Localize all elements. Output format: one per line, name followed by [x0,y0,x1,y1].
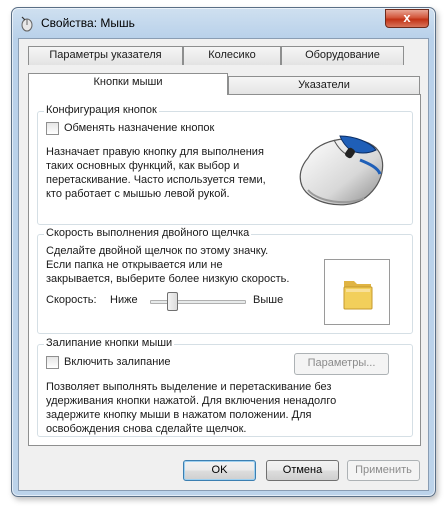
mouse-app-icon [21,16,33,32]
swap-buttons-checkbox[interactable] [46,122,59,135]
cancel-button[interactable]: Отмена [266,460,339,481]
ok-button[interactable]: OK [183,460,256,481]
button-config-description-line: кто работает с мышью левой рукой. [46,188,230,200]
tab-wheel[interactable]: Колесико [183,46,281,65]
button-config-description-line: Назначает правую кнопку для выполнения [46,146,264,158]
speed-low-label: Ниже [110,294,138,306]
click-lock-settings-button[interactable]: Параметры... [294,353,389,375]
group-title: Скорость выполнения двойного щелчка [44,227,252,239]
tab-label: Указатели [298,79,350,91]
double-click-speed-track[interactable] [150,300,246,304]
click-lock-group: Залипание кнопки мыши Включить залипание… [37,337,413,437]
button-config-description-line: таких основных функций, как выбор и [46,160,240,172]
tab-label: Кнопки мыши [93,76,163,88]
click-lock-description-line: задержите кнопку мыши в нажатом положени… [46,409,312,421]
tab-hardware[interactable]: Оборудование [281,46,404,65]
title-bar[interactable]: Свойства: Мышь x [12,8,435,38]
tab-panel-buttons: Конфигурация кнопок Обменять назначение … [28,94,421,446]
dialog-client: Параметры указателя Колесико Оборудовани… [18,38,429,491]
double-click-description-line: Если папка не открывается или не [46,259,223,271]
mouse-properties-window: Свойства: Мышь x Параметры указателя Кол… [11,7,436,497]
click-lock-description-line: освобождения снова сделайте щелчок. [46,423,247,435]
window-title: Свойства: Мышь [41,16,135,30]
button-config-description-line: перетаскивание. Часто используется теми, [46,174,266,186]
group-title: Залипание кнопки мыши [44,337,175,349]
close-button[interactable]: x [385,9,429,28]
speed-label: Скорость: [46,294,97,306]
button-config-group: Конфигурация кнопок Обменять назначение … [37,104,413,225]
click-lock-description-line: удерживания кнопки нажатой. Для включени… [46,395,337,407]
click-lock-description-line: Позволяет выполнять выделение и перетаск… [46,381,332,393]
group-title: Конфигурация кнопок [44,104,159,116]
double-click-description-line: закрывается, выберите более низкую скоро… [46,273,290,285]
double-click-group: Скорость выполнения двойного щелчка Сдел… [37,227,413,334]
click-lock-checkbox[interactable] [46,356,59,369]
speed-high-label: Выше [253,294,284,306]
swap-buttons-label[interactable]: Обменять назначение кнопок [64,122,214,136]
tab-label: Оборудование [305,49,380,61]
tab-buttons[interactable]: Кнопки мыши [28,73,228,95]
double-click-speed-thumb[interactable] [167,292,178,311]
tab-pointer-options[interactable]: Параметры указателя [28,46,183,65]
double-click-description-line: Сделайте двойной щелчок по этому значку. [46,245,269,257]
close-icon: x [403,10,411,25]
apply-button[interactable]: Применить [347,460,420,481]
tab-label: Параметры указателя [49,49,162,61]
mouse-illustration [299,135,384,206]
click-lock-label[interactable]: Включить залипание [64,356,171,370]
test-folder-icon[interactable] [324,259,390,325]
tab-label: Колесико [208,49,256,61]
tab-pointers[interactable]: Указатели [228,76,420,95]
